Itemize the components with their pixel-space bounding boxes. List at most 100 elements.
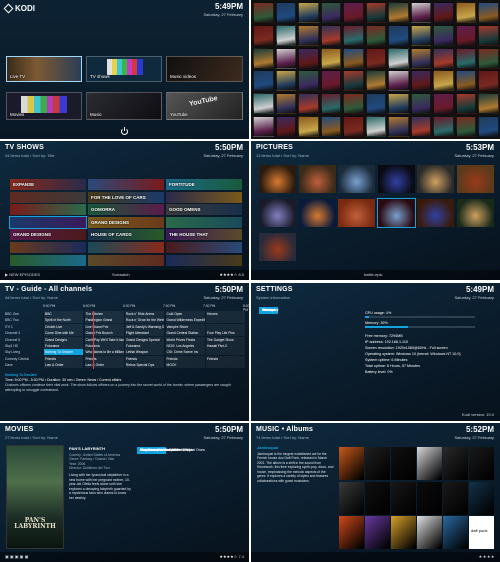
tile-live-tv[interactable]: Live TV — [6, 56, 82, 82]
picture-thumb[interactable] — [298, 165, 336, 193]
movie-poster-thumb[interactable] — [320, 2, 341, 23]
movie-poster-thumb[interactable] — [455, 70, 476, 92]
movie-poster-thumb[interactable] — [433, 70, 454, 92]
picture-thumb[interactable] — [417, 165, 454, 193]
album-cover[interactable] — [391, 447, 416, 480]
movie-poster-thumb[interactable] — [478, 116, 499, 137]
album-cover[interactable] — [417, 516, 442, 549]
movie-poster-thumb[interactable] — [275, 93, 296, 115]
movie-poster-thumb[interactable] — [365, 47, 386, 69]
programme-cell[interactable]: NCIS: Los Angeles — [164, 343, 205, 349]
channel-name[interactable]: Dave — [5, 362, 41, 368]
movie-poster-thumb[interactable] — [253, 93, 274, 115]
show-banner[interactable]: FORTITUDE — [166, 179, 242, 190]
movie-poster-thumb[interactable] — [253, 2, 274, 23]
programme-cell[interactable]: Jeff & Sandy's Warming Spells — [124, 323, 164, 330]
programme-cell[interactable]: Futurama — [83, 343, 124, 349]
movie-poster-thumb[interactable] — [433, 47, 454, 69]
movie-poster-thumb[interactable] — [320, 24, 341, 46]
album-cover[interactable] — [443, 481, 468, 515]
movie-poster-thumb[interactable] — [365, 24, 386, 46]
show-banner[interactable] — [166, 216, 242, 228]
channel-name[interactable]: Channel 5 — [5, 337, 41, 343]
show-banner[interactable] — [10, 254, 86, 266]
channel-name[interactable]: BBC Two — [5, 317, 41, 323]
programme-cell[interactable]: Grand Designs Special — [124, 336, 164, 343]
programme-cell[interactable]: Law & Order — [83, 362, 124, 369]
tile-tv-shows[interactable]: TV shows — [86, 56, 162, 82]
picture-thumb[interactable] — [259, 165, 296, 193]
movie-poster-thumb[interactable] — [253, 47, 274, 69]
programme-cell[interactable]: Grand Central Station — [164, 330, 205, 337]
movie-poster-thumb[interactable] — [455, 2, 476, 23]
album-cover[interactable] — [339, 516, 364, 549]
programme-cell[interactable]: Futurama — [43, 343, 83, 349]
album-cover[interactable] — [417, 447, 442, 480]
programme-cell[interactable]: Friends — [83, 355, 124, 362]
programme-cell[interactable]: Friends — [205, 355, 245, 362]
movie-poster-thumb[interactable] — [478, 70, 499, 92]
channel-name[interactable]: Channel 4 — [5, 330, 41, 336]
album-cover[interactable] — [391, 516, 416, 549]
movie-poster-thumb[interactable] — [365, 70, 386, 92]
album-cover[interactable] — [417, 481, 442, 515]
tile-music-videos[interactable]: Music videos — [166, 56, 243, 82]
programme-cell[interactable]: Futurama — [124, 343, 164, 349]
power-icon[interactable] — [121, 126, 128, 135]
album-cover[interactable] — [469, 447, 494, 480]
movie-poster-thumb[interactable] — [298, 24, 319, 46]
movie-poster-thumb[interactable] — [343, 24, 364, 46]
album-cover[interactable] — [365, 516, 390, 549]
programme-cell[interactable]: Friends — [124, 355, 164, 362]
movie-poster-thumb[interactable] — [320, 116, 341, 137]
channel-name[interactable]: Sky Living — [5, 349, 41, 355]
show-banner[interactable]: GOOD OMENS — [166, 204, 242, 216]
picture-thumb[interactable] — [456, 165, 494, 193]
picture-thumb[interactable] — [456, 199, 494, 227]
programme-cell[interactable]: Rock n' Grow for the Weekend — [124, 317, 164, 324]
movie-poster-thumb[interactable] — [298, 93, 319, 115]
programme-cell[interactable]: Hawaii Five-0 — [205, 343, 245, 349]
movie-poster-thumb[interactable] — [365, 116, 386, 137]
movie-poster-thumb[interactable] — [320, 47, 341, 69]
programme-cell[interactable]: The Kitchen — [83, 311, 124, 317]
movie-poster-thumb[interactable] — [478, 2, 499, 23]
show-banner[interactable] — [166, 242, 242, 253]
movie-poster-thumb[interactable] — [455, 116, 476, 137]
programme-cell[interactable]: Lethal Weapon — [124, 349, 164, 356]
movie-poster-thumb[interactable] — [320, 93, 341, 115]
movie-poster-thumb[interactable] — [253, 116, 274, 137]
movie-poster-thumb[interactable] — [253, 24, 274, 46]
programme-cell[interactable]: The Gadget Show — [205, 336, 245, 343]
programme-cell[interactable]: Law & Order — [43, 362, 83, 369]
movie-poster-thumb[interactable] — [388, 93, 409, 115]
show-banner[interactable] — [88, 242, 164, 253]
album-cover[interactable] — [339, 447, 364, 480]
show-banner[interactable] — [166, 254, 242, 266]
movie-poster-thumb[interactable] — [275, 70, 296, 92]
show-banner[interactable]: FOR THE LOVE OF CARS — [88, 191, 164, 203]
picture-thumb[interactable] — [298, 199, 336, 227]
programme-cell[interactable]: Four Play Lite Plus — [205, 330, 245, 337]
programme-cell[interactable]: Cricket Live — [43, 323, 83, 330]
movie-poster-thumb[interactable] — [343, 93, 364, 115]
movie-poster-thumb[interactable] — [343, 47, 364, 69]
programme-cell[interactable]: Vampire Shore — [164, 323, 205, 330]
show-banner[interactable] — [88, 254, 164, 266]
picture-thumb[interactable] — [259, 199, 296, 227]
movie-poster-thumb[interactable] — [455, 24, 476, 46]
programme-cell[interactable]: Grand Wilderness Expedition — [164, 317, 205, 324]
show-banner[interactable] — [10, 191, 86, 203]
programme-cell[interactable] — [205, 323, 245, 330]
programme-cell[interactable]: Who Wants to Be a Millionaire — [83, 349, 124, 356]
programme-cell[interactable]: Grand Prix Brunch — [83, 330, 124, 337]
movie-poster-thumb[interactable] — [410, 24, 431, 46]
picture-thumb[interactable] — [376, 198, 416, 228]
movie-poster-thumb[interactable] — [275, 47, 296, 69]
picture-thumb[interactable] — [259, 233, 296, 261]
movie-poster-thumb[interactable] — [275, 116, 296, 137]
programme-cell[interactable]: Friends — [43, 355, 83, 362]
show-banner[interactable] — [88, 179, 164, 190]
movie-poster-thumb[interactable] — [433, 93, 454, 115]
movie-poster-thumb[interactable] — [478, 24, 499, 46]
